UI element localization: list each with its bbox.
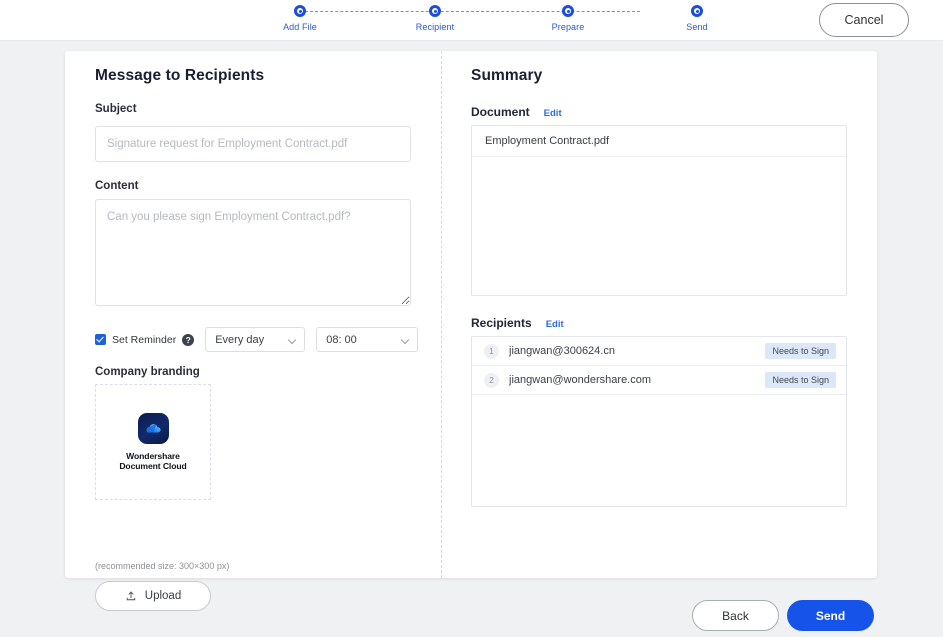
edit-document-link[interactable]: Edit [544,108,562,119]
step-label: Recipient [390,22,480,32]
step-dot-icon [691,5,703,17]
reminder-row: Set Reminder ? Every day 08: 00 [95,328,418,351]
edit-recipients-link[interactable]: Edit [546,319,564,330]
chevron-down-icon [288,336,296,344]
subject-input[interactable] [95,126,411,162]
set-reminder-label: Set Reminder [112,334,176,346]
pane-divider [441,51,442,578]
recipient-row[interactable]: 1 jiangwan@300624.cn Needs to Sign [472,337,846,366]
recipients-section-header: Recipients Edit [471,316,564,330]
recipient-email: jiangwan@300624.cn [509,345,765,357]
document-section-label: Document [471,105,530,119]
step-send[interactable]: Send [652,0,742,32]
reminder-time-value: 08: 00 [317,334,357,346]
status-badge: Needs to Sign [765,343,836,359]
document-list: Employment Contract.pdf [471,125,847,296]
step-label: Add File [255,22,345,32]
question-mark-icon[interactable]: ? [182,334,194,346]
step-recipient[interactable]: Recipient [390,0,480,32]
content-textarea[interactable] [95,199,411,306]
step-label: Prepare [523,22,613,32]
step-dot-icon [562,5,574,17]
progress-stepper: Add File Recipient Prepare Send [255,0,685,41]
step-dot-icon [294,5,306,17]
company-branding-label: Company branding [95,366,200,378]
step-add-file[interactable]: Add File [255,0,345,32]
recipients-section-label: Recipients [471,316,532,330]
brand-name-line2: Document Cloud [119,461,186,471]
wondershare-cloud-logo-icon [138,413,169,444]
step-label: Send [652,22,742,32]
reminder-time-select[interactable]: 08: 00 [316,327,418,352]
send-button[interactable]: Send [787,600,874,631]
recipient-email: jiangwan@wondershare.com [509,374,765,386]
message-pane: Message to Recipients Subject Content Se… [95,51,441,578]
summary-title: Summary [471,67,542,85]
branding-size-hint: (recommended size: 300×300 px) [95,561,229,571]
reminder-frequency-value: Every day [206,334,264,346]
cancel-button[interactable]: Cancel [819,3,909,37]
subject-label: Subject [95,103,137,115]
brand-name-text: Wondershare Document Cloud [119,451,186,472]
step-prepare[interactable]: Prepare [523,0,613,32]
brand-name-line1: Wondershare [126,451,180,461]
document-row[interactable]: Employment Contract.pdf [472,126,846,157]
company-branding-preview[interactable]: Wondershare Document Cloud [95,384,211,500]
reminder-frequency-select[interactable]: Every day [205,327,305,352]
footer-bar: Back Send [0,578,943,637]
document-section-header: Document Edit [471,105,562,119]
recipient-order-badge: 2 [484,373,499,388]
page-title: Message to Recipients [95,67,264,85]
recipients-list: 1 jiangwan@300624.cn Needs to Sign 2 jia… [471,336,847,507]
back-button[interactable]: Back [692,600,779,631]
content-label: Content [95,180,138,192]
set-reminder-checkbox[interactable] [95,334,106,345]
wizard-card: Message to Recipients Subject Content Se… [65,51,877,578]
summary-pane: Summary Document Edit Employment Contrac… [471,51,877,578]
status-badge: Needs to Sign [765,372,836,388]
chevron-down-icon [401,336,409,344]
recipient-order-badge: 1 [484,344,499,359]
document-name: Employment Contract.pdf [485,135,609,147]
recipient-row[interactable]: 2 jiangwan@wondershare.com Needs to Sign [472,366,846,395]
step-dot-icon [429,5,441,17]
header-bar: Add File Recipient Prepare Send Cancel [0,0,943,41]
